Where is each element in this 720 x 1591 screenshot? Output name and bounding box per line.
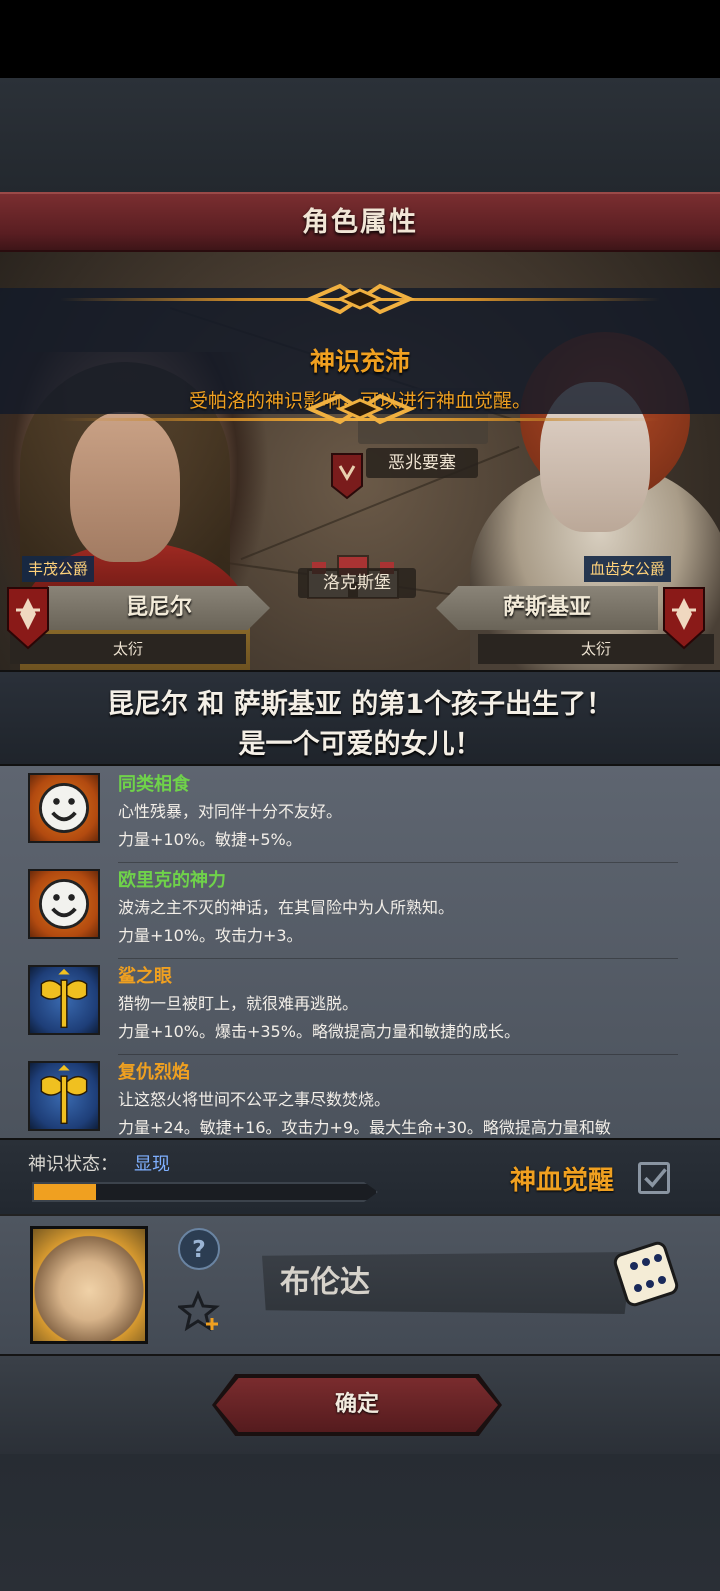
- child-name-input[interactable]: [262, 1252, 632, 1314]
- smiley-icon: [28, 869, 100, 939]
- ornament-knot-icon: [304, 393, 416, 425]
- random-dice-icon[interactable]: [610, 1238, 682, 1310]
- trait-stats: 力量+10%。攻击力+3。: [118, 926, 303, 945]
- awaken-checkbox[interactable]: [638, 1162, 670, 1194]
- divine-progress-fill: [34, 1184, 96, 1200]
- trait-item[interactable]: 复仇烈焰 让这怒火将世间不公平之事尽数焚烧。 力量+24。敏捷+16。攻击力+9…: [0, 1054, 720, 1138]
- birth-message-line1: 昆尼尔 和 萨斯基亚 的第1个孩子出生了！: [107, 689, 613, 720]
- divine-progress-bar: [32, 1182, 378, 1202]
- father-name: 昆尼尔: [48, 586, 270, 630]
- mother-title: 血齿女公爵: [584, 556, 672, 582]
- trait-description: 心性残暴，对同伴十分不友好。: [118, 802, 343, 821]
- mother-name: 萨斯基亚: [436, 586, 658, 630]
- status-value: 显现: [134, 1154, 170, 1175]
- awaken-label[interactable]: 神血觉醒: [510, 1160, 614, 1197]
- birth-message: 昆尼尔 和 萨斯基亚 的第1个孩子出生了！ 是一个可爱的女儿！: [0, 670, 720, 766]
- axe-icon: [28, 965, 100, 1035]
- help-button[interactable]: ?: [178, 1228, 220, 1270]
- birth-message-line2: 是一个可爱的女儿！: [238, 729, 482, 760]
- checkmark-icon: [644, 1168, 667, 1188]
- trait-item[interactable]: 同类相食 心性残暴，对同伴十分不友好。 力量+10%。敏捷+5%。: [0, 766, 720, 862]
- trait-name: 鲨之眼: [118, 966, 172, 987]
- trait-list[interactable]: 同类相食 心性残暴，对同伴十分不友好。 力量+10%。敏捷+5%。 欧里克的神力…: [0, 766, 720, 1138]
- trait-name: 欧里克的神力: [118, 870, 226, 891]
- trait-name: 复仇烈焰: [118, 1062, 190, 1083]
- banner-flag-icon: [331, 453, 363, 500]
- trait-description: 猎物一旦被盯上，就很难再逃脱。: [118, 994, 359, 1013]
- banner-title: 神识充沛: [309, 347, 410, 376]
- father-title: 丰茂公爵: [22, 556, 95, 582]
- star-plus-icon: [176, 1290, 220, 1332]
- mother-crest-icon: [663, 587, 705, 650]
- father-crest-icon: [7, 587, 49, 650]
- trait-stats: 力量+24。敏捷+16。攻击力+9。最大生命+30。略微提高力量和敏: [118, 1118, 611, 1137]
- trait-stats: 力量+10%。爆击+35%。略微提高力量和敏捷的成长。: [118, 1022, 520, 1041]
- divine-status-panel: 神识状态： 显现 神血觉醒: [0, 1138, 720, 1214]
- location-label-castle: 洛克斯堡: [298, 568, 416, 598]
- trait-description: 波涛之主不灭的神话，在其冒险中为人所熟知。: [118, 898, 455, 917]
- question-icon: ?: [192, 1235, 206, 1263]
- svg-text:?: ?: [192, 1235, 206, 1263]
- ornament-knot-icon: [304, 283, 416, 315]
- confirm-button[interactable]: 确定: [216, 1378, 498, 1432]
- character-attributes-dialog: 角色属性 恶兆要塞 洛克斯堡 神识充沛 丰茂公爵 昆尼尔 太衍 血齿女公爵 萨斯…: [0, 192, 720, 1454]
- status-bar: [0, 0, 720, 78]
- dialog-title: 角色属性: [302, 207, 418, 238]
- naming-panel: ?: [0, 1214, 720, 1354]
- location-label-fortress: 恶兆要塞: [366, 448, 478, 478]
- status-label: 神识状态：: [28, 1154, 118, 1175]
- birth-scene: 恶兆要塞 洛克斯堡 神识充沛 丰茂公爵 昆尼尔 太衍 血齿女公爵 萨斯基亚 太衍: [0, 252, 720, 670]
- trait-description: 让这怒火将世间不公平之事尽数焚烧。: [118, 1090, 391, 1109]
- dialog-footer: 确定: [0, 1354, 720, 1454]
- background-strip: [0, 78, 720, 194]
- smiley-icon: [28, 773, 100, 843]
- title-bar: 角色属性: [0, 192, 720, 252]
- baby-portrait: [30, 1226, 148, 1344]
- trait-stats: 力量+10%。敏捷+5%。: [118, 830, 302, 849]
- trait-item[interactable]: 欧里克的神力 波涛之主不灭的神话，在其冒险中为人所熟知。 力量+10%。攻击力+…: [0, 862, 720, 958]
- favorite-button[interactable]: [176, 1290, 220, 1332]
- trait-name: 同类相食: [118, 774, 190, 795]
- axe-icon: [28, 1061, 100, 1131]
- trait-item[interactable]: 鲨之眼 猎物一旦被盯上，就很难再逃脱。 力量+10%。爆击+35%。略微提高力量…: [0, 958, 720, 1054]
